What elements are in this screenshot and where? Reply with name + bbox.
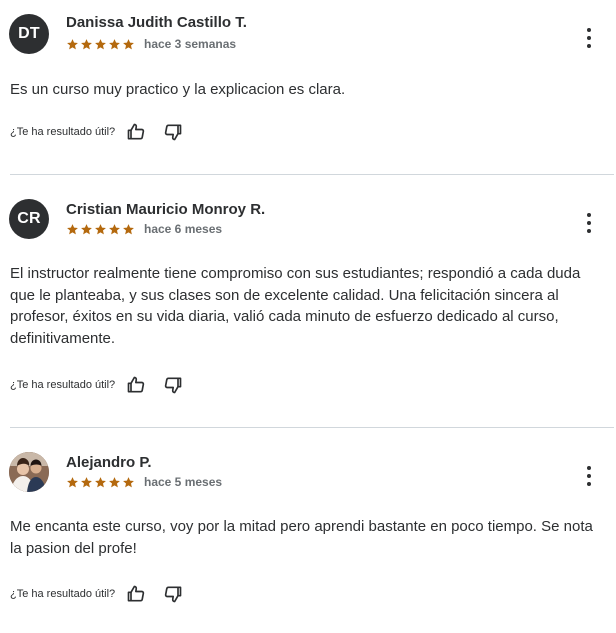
helpful-row: ¿Te ha resultado útil? [10,583,199,605]
thumbs-down-icon [164,586,182,603]
reviewer-name: Danissa Judith Castillo T. [66,14,247,31]
review-meta: hace 3 semanas [66,37,236,51]
star-icon [81,223,92,234]
thumbs-up-button[interactable] [125,583,147,605]
thumbs-up-icon [127,376,145,393]
dot [587,229,591,233]
star-icon [123,38,134,49]
star-icon [123,223,134,234]
thumbs-down-button[interactable] [162,583,184,605]
dot [587,482,591,486]
reviews-list: DT Danissa Judith Castillo T. hace 3 sem… [0,0,616,633]
avatar-initials: DT [18,25,40,42]
review-item: DT Danissa Judith Castillo T. hace 3 sem… [0,0,614,174]
helpful-row: ¿Te ha resultado útil? [10,121,199,143]
star-icon [109,223,120,234]
avatar [9,452,49,492]
thumbs-up-button[interactable] [125,121,147,143]
star-icon [67,38,78,49]
star-rating [66,223,135,236]
reviewer-name: Alejandro P. [66,454,152,471]
dot [587,474,591,478]
review-item: Alejandro P. hace 5 meses Me encanta est… [0,428,614,633]
avatar: DT [9,14,49,54]
star-icon [67,476,78,487]
avatar: CR [9,199,49,239]
star-rating [66,38,135,51]
dot [587,44,591,48]
review-time: hace 3 semanas [144,37,237,51]
user-photo-icon [9,452,49,492]
star-icon [109,38,120,49]
review-content: Me encanta este curso, voy por la mitad … [10,518,593,557]
star-icon [81,476,92,487]
more-vertical-icon[interactable] [586,466,592,486]
reviewer-name: Cristian Mauricio Monroy R. [66,201,266,218]
thumbs-up-icon [127,123,145,140]
review-meta: hace 6 meses [66,222,222,236]
dot [587,466,591,470]
more-vertical-icon[interactable] [586,28,592,48]
helpful-label: ¿Te ha resultado útil? [10,588,116,600]
thumbs-down-icon [164,377,182,394]
thumbs-up-button[interactable] [125,374,147,396]
thumbs-down-button[interactable] [162,374,184,396]
star-icon [95,476,106,487]
review-item: CR Cristian Mauricio Monroy R. hace 6 me… [0,175,614,427]
helpful-label: ¿Te ha resultado útil? [10,379,116,391]
helpful-label: ¿Te ha resultado útil? [10,126,116,138]
star-icon [95,223,106,234]
review-time: hace 6 meses [144,222,223,236]
star-icon [109,476,120,487]
thumbs-down-icon [164,124,182,141]
thumbs-down-button[interactable] [162,121,184,143]
more-vertical-icon[interactable] [586,213,592,233]
star-icon [67,223,78,234]
review-time: hace 5 meses [144,475,223,489]
star-icon [95,38,106,49]
review-content: Es un curso muy practico y la explicacio… [10,81,346,98]
star-icon [123,476,134,487]
dot [587,28,591,32]
avatar-initials: CR [17,210,41,227]
star-rating [66,476,135,489]
helpful-row: ¿Te ha resultado útil? [10,374,199,396]
review-content: El instructor realmente tiene compromiso… [10,265,581,347]
dot [587,221,591,225]
dot [587,213,591,217]
review-meta: hace 5 meses [66,475,222,489]
dot [587,36,591,40]
thumbs-up-icon [127,585,145,602]
star-icon [81,38,92,49]
